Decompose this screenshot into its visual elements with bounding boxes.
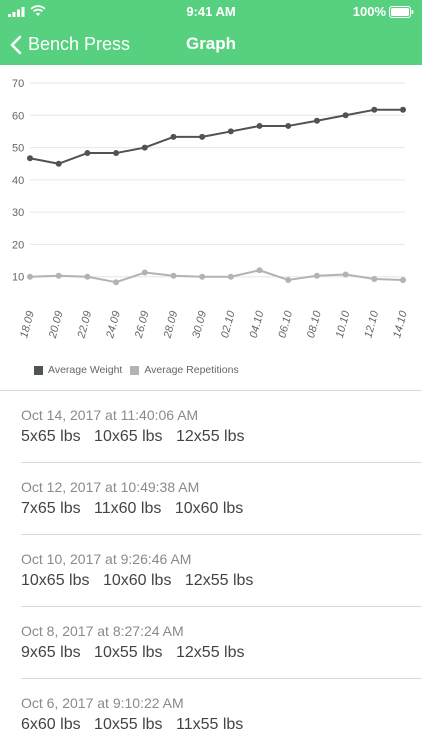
status-bar: 9:41 AM 100% — [0, 0, 422, 24]
set-entry: 5x65 lbs — [21, 428, 81, 445]
y-tick-label: 20 — [12, 239, 24, 251]
data-point — [199, 273, 206, 280]
x-tick-label: 10.10 — [334, 309, 353, 340]
data-point — [371, 275, 378, 282]
data-point — [170, 133, 177, 140]
data-point — [84, 150, 91, 157]
progress-chart: 10 20 30 40 50 60 70 18.09 20.09 22.09 24.09 26.09 2… — [0, 65, 422, 390]
data-point — [27, 155, 33, 162]
set-entry: 10x60 lbs — [174, 500, 244, 517]
line-chart: 10 20 30 40 50 60 70 18.09 20.09 22.09 24.09 26.09 2… — [12, 78, 410, 341]
data-point — [342, 271, 349, 278]
data-point — [55, 160, 62, 167]
data-point — [27, 273, 33, 280]
data-point — [371, 106, 378, 113]
data-point — [113, 279, 120, 286]
x-tick-label: 04.10 — [248, 309, 267, 340]
x-tick-label: 14.10 — [391, 309, 410, 340]
x-tick-label: 02.10 — [219, 309, 238, 340]
battery-icon — [389, 6, 414, 18]
set-entry: 11x55 lbs — [176, 716, 244, 733]
set-entry: 10x65 lbs — [94, 428, 163, 445]
workout-sets: 10x65 lbs 10x60 lbs 12x55 lbs — [21, 572, 262, 590]
x-tick-label: 08.10 — [305, 309, 324, 340]
data-point — [256, 122, 263, 129]
y-tick-label: 50 — [12, 143, 24, 155]
workout-sets: 9x65 lbs 10x55 lbs 12x55 lbs — [21, 644, 254, 662]
workout-row[interactable]: Oct 14, 2017 at 11:40:06 AM 5x65 lbs 10x… — [21, 391, 422, 463]
workout-history-list: Oct 14, 2017 at 11:40:06 AM 5x65 lbs 10x… — [0, 391, 422, 750]
x-tick-label: 28.09 — [161, 310, 180, 341]
workout-row[interactable]: Oct 12, 2017 at 10:49:38 AM 7x65 lbs 11x… — [21, 463, 422, 535]
chart-legend: Average Weight Average Repetitions — [34, 364, 247, 376]
workout-date: Oct 6, 2017 at 9:10:22 AM — [21, 695, 184, 711]
y-tick-label: 60 — [12, 110, 24, 122]
data-point — [400, 276, 406, 283]
data-point — [227, 128, 234, 135]
x-tick-label: 20.09 — [47, 310, 66, 341]
legend-label-repetitions: Average Repetitions — [144, 364, 239, 376]
x-tick-label: 22.09 — [75, 310, 94, 341]
set-entry: 10x55 lbs — [94, 716, 163, 733]
back-button[interactable]: Bench Press — [10, 24, 130, 65]
x-tick-label: 12.10 — [362, 309, 381, 340]
legend-swatch-repetitions — [130, 365, 140, 375]
x-tick-label: 26.09 — [133, 310, 152, 341]
legend-swatch-weight — [34, 365, 43, 375]
workout-sets: 6x60 lbs 10x55 lbs 11x55 lbs — [21, 716, 252, 734]
y-tick-label: 30 — [12, 207, 24, 219]
data-point — [313, 117, 320, 124]
set-entry: 12x55 lbs — [176, 644, 245, 661]
y-tick-label: 40 — [12, 175, 24, 187]
data-point — [84, 273, 91, 280]
workout-date: Oct 10, 2017 at 9:26:46 AM — [21, 551, 192, 567]
workout-sets: 7x65 lbs 11x60 lbs 10x60 lbs — [21, 500, 252, 518]
workout-row[interactable]: Oct 8, 2017 at 8:27:24 AM 9x65 lbs 10x55… — [21, 607, 422, 679]
legend-label-weight: Average Weight — [48, 364, 123, 376]
data-point — [170, 272, 177, 279]
data-point — [285, 122, 292, 129]
data-point — [400, 106, 406, 113]
workout-date: Oct 8, 2017 at 8:27:24 AM — [21, 623, 184, 639]
chevron-left-icon — [10, 35, 22, 54]
data-point — [113, 150, 120, 157]
x-tick-label: 24.09 — [104, 310, 123, 341]
set-entry: 10x65 lbs — [21, 572, 90, 589]
set-entry: 11x60 lbs — [94, 500, 162, 517]
navigation-bar: Bench Press Graph — [0, 24, 422, 65]
data-point — [141, 144, 148, 151]
set-entry: 9x65 lbs — [21, 644, 81, 661]
x-tick-label: 18.09 — [18, 310, 37, 340]
battery-percentage: 100% — [352, 4, 386, 19]
back-button-label: Bench Press — [28, 34, 131, 54]
workout-date: Oct 14, 2017 at 11:40:06 AM — [21, 407, 199, 423]
workout-row[interactable]: Oct 10, 2017 at 9:26:46 AM 10x65 lbs 10x… — [21, 535, 422, 607]
y-tick-label: 70 — [12, 78, 24, 90]
legend-item-average-repetitions: Average Repetitions — [130, 364, 239, 376]
data-point — [199, 133, 206, 140]
workout-sets: 5x65 lbs 10x65 lbs 12x55 lbs — [21, 428, 254, 446]
set-entry: 6x60 lbs — [21, 716, 81, 733]
data-point — [285, 276, 292, 283]
y-tick-label: 10 — [12, 272, 24, 284]
data-point — [55, 272, 62, 279]
legend-item-average-weight: Average Weight — [34, 364, 122, 376]
workout-date: Oct 12, 2017 at 10:49:38 AM — [21, 479, 200, 495]
workout-row[interactable]: Oct 6, 2017 at 9:10:22 AM 6x60 lbs 10x55… — [21, 679, 422, 750]
set-entry: 10x55 lbs — [94, 644, 163, 661]
data-point — [227, 273, 234, 280]
set-entry: 12x55 lbs — [184, 572, 254, 589]
data-point — [313, 272, 320, 279]
data-point — [141, 269, 148, 276]
x-tick-label: 06.10 — [276, 309, 295, 340]
set-entry: 10x60 lbs — [102, 572, 172, 589]
set-entry: 7x65 lbs — [21, 500, 81, 517]
set-entry: 12x55 lbs — [176, 428, 245, 445]
x-tick-label: 30.09 — [190, 310, 209, 340]
data-point — [256, 267, 263, 274]
data-point — [342, 112, 349, 119]
